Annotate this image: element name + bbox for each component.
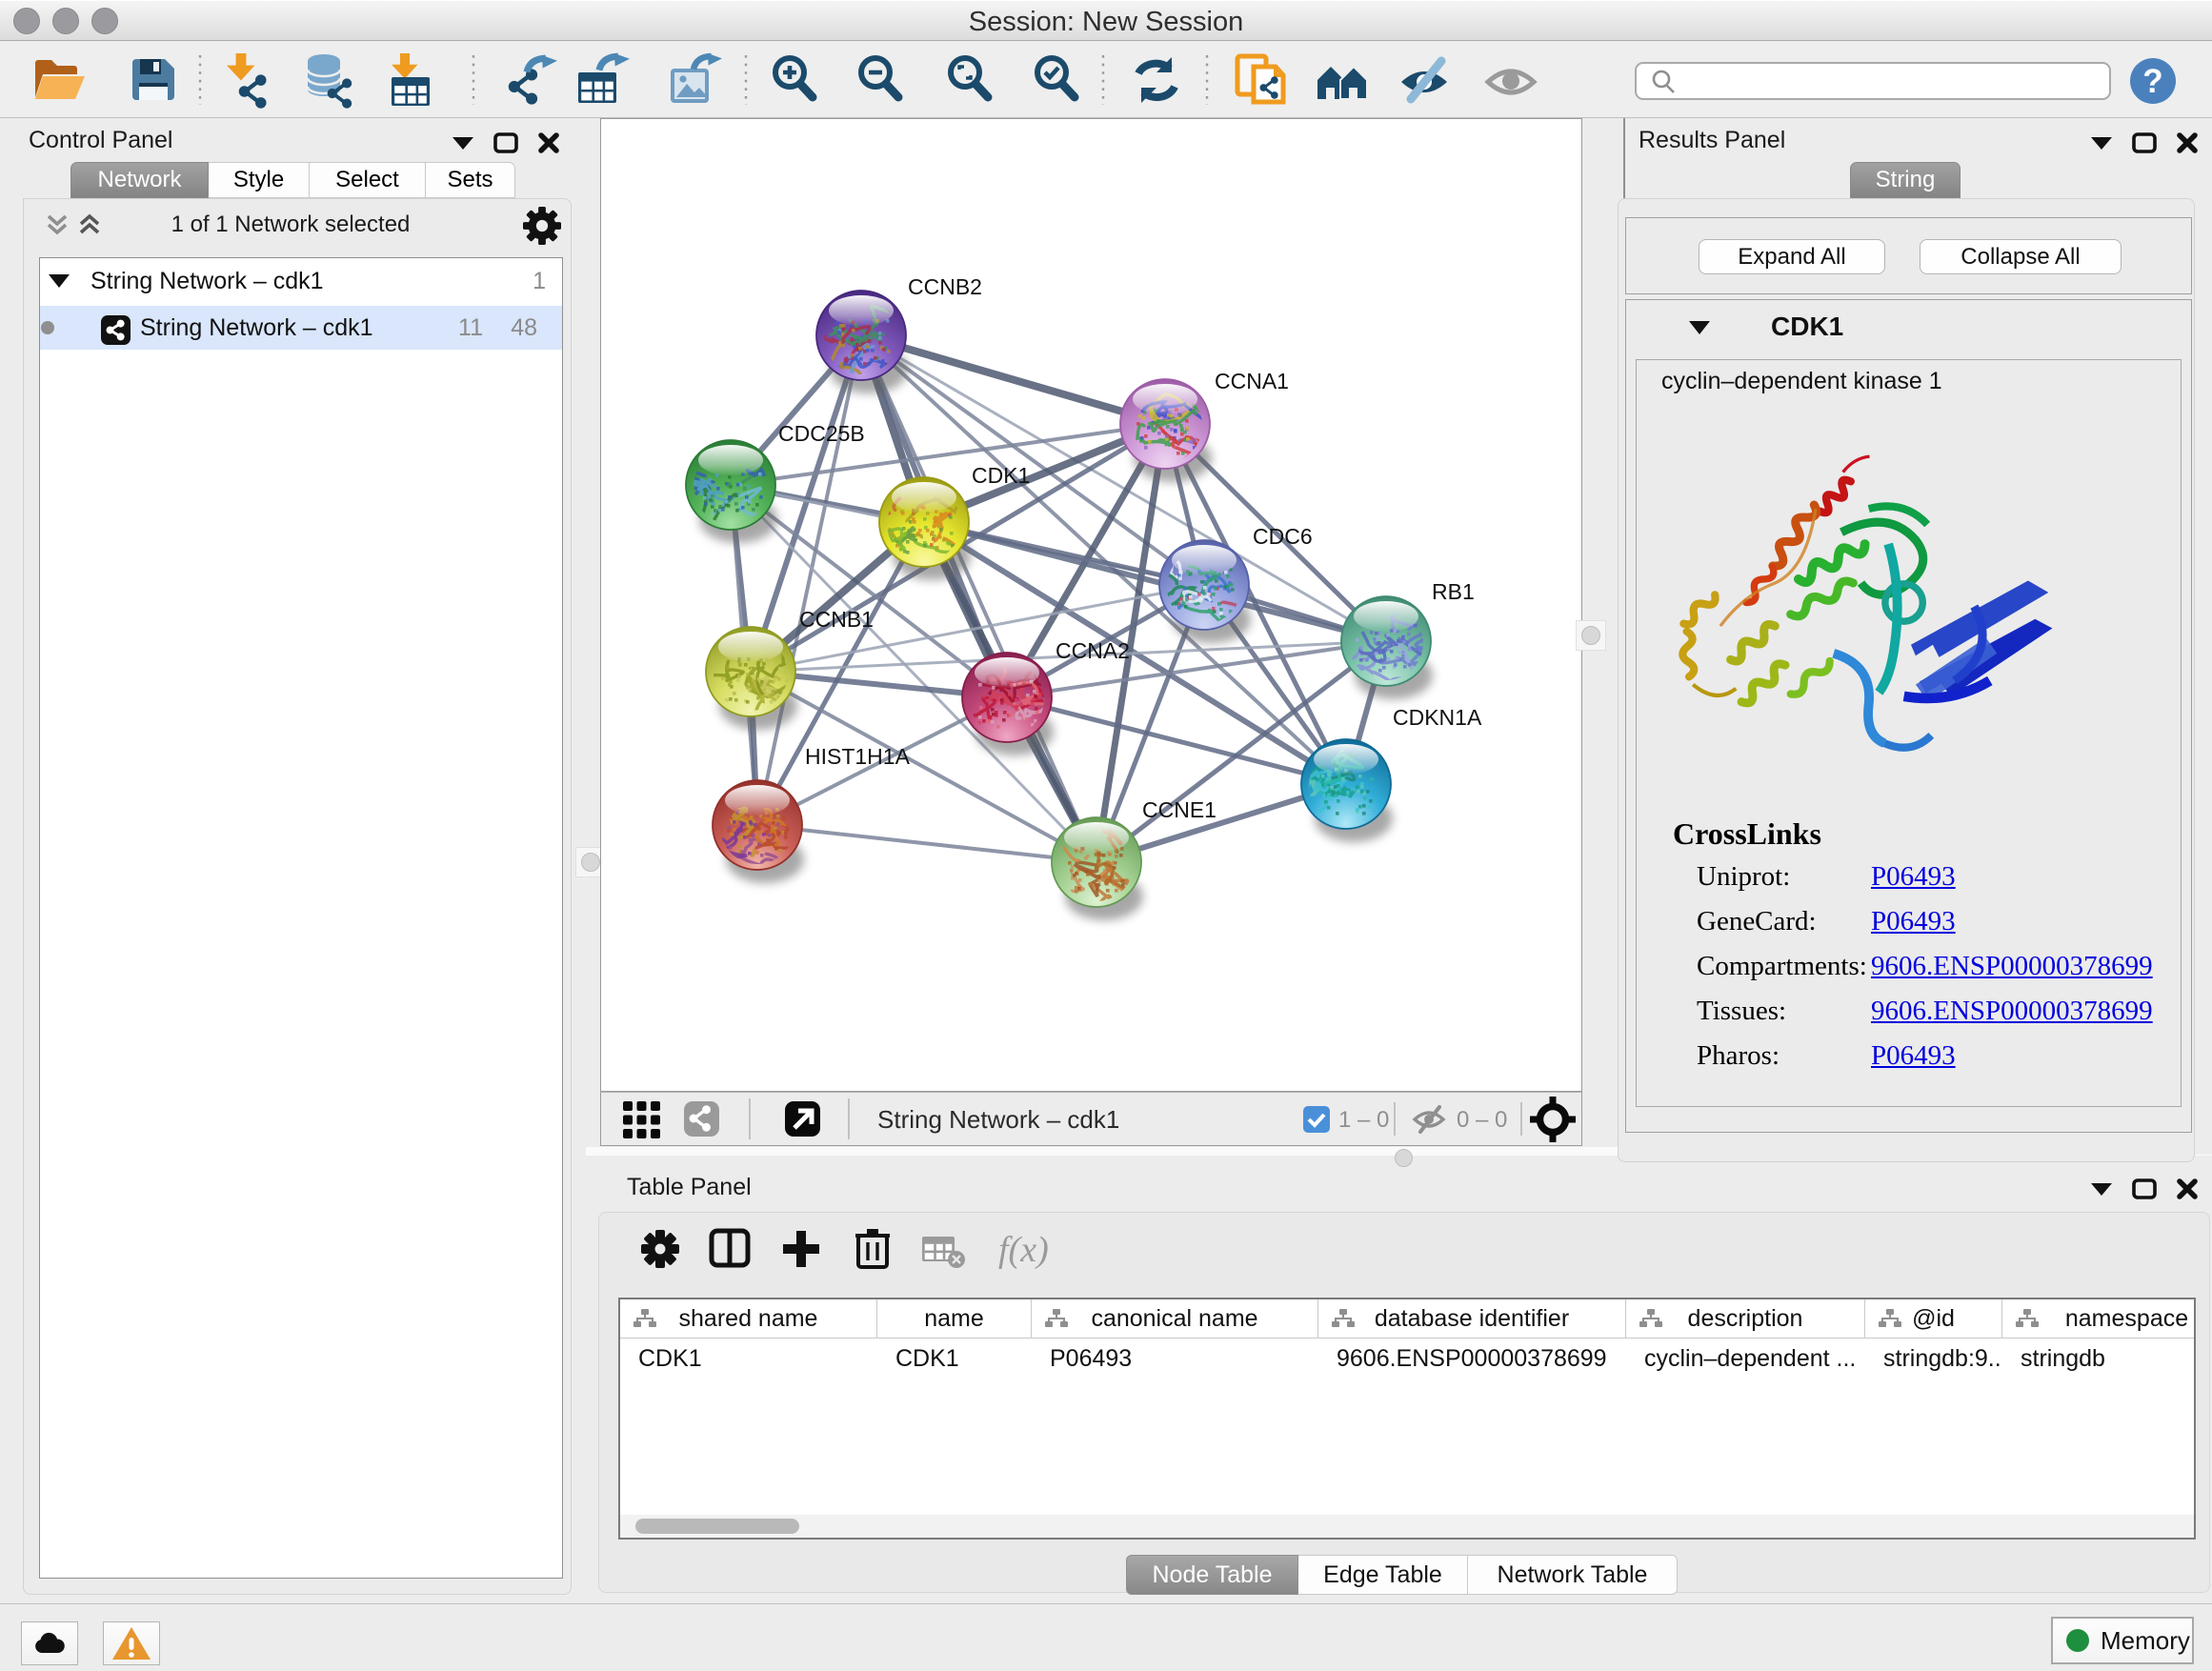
svg-text:CCNE1: CCNE1 (1142, 797, 1217, 822)
svg-text:CDKN1A: CDKN1A (1393, 705, 1482, 730)
svg-text:0 – 0: 0 – 0 (1457, 1107, 1507, 1133)
svg-text:CCNB2: CCNB2 (908, 274, 982, 299)
svg-text:f(x): f(x) (998, 1230, 1049, 1270)
svg-text:HIST1H1A: HIST1H1A (805, 744, 911, 769)
svg-text:CDC6: CDC6 (1253, 524, 1313, 549)
svg-text:CDK1: CDK1 (972, 463, 1030, 488)
svg-text:1 – 0: 1 – 0 (1338, 1107, 1389, 1133)
svg-text:CCNA1: CCNA1 (1215, 369, 1289, 393)
svg-text:?: ? (2142, 63, 2162, 100)
svg-text:CCNA2: CCNA2 (1056, 638, 1130, 663)
svg-text:CDC25B: CDC25B (778, 421, 865, 446)
svg-text:String Network – cdk1: String Network – cdk1 (877, 1105, 1119, 1134)
svg-text:CCNB1: CCNB1 (799, 607, 874, 632)
svg-text:RB1: RB1 (1432, 579, 1475, 604)
